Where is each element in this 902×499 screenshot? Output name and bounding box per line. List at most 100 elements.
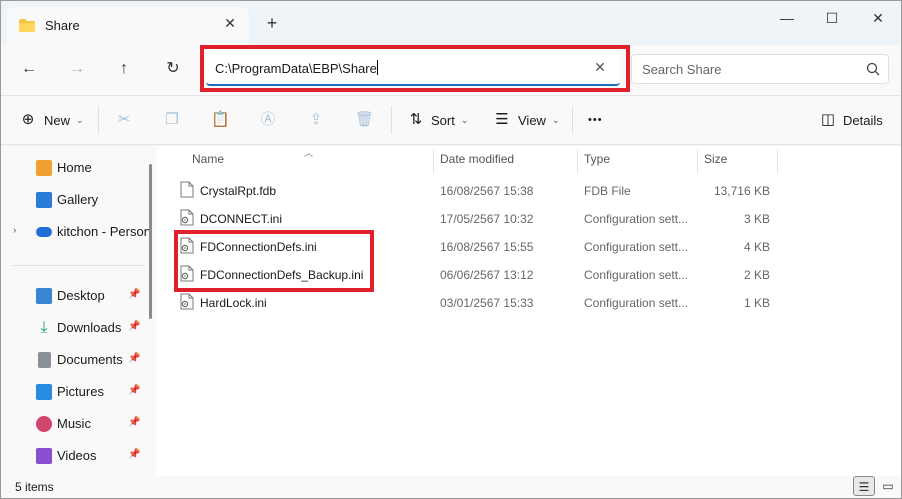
share-icon: ⇪ xyxy=(309,111,323,128)
file-type: FDB File xyxy=(584,184,631,198)
file-size: 4 KB xyxy=(743,240,770,254)
file-name: CrystalRpt.fdb xyxy=(200,184,277,198)
column-header-type[interactable]: Type xyxy=(584,152,610,166)
file-name: DCONNECT.ini xyxy=(200,212,283,226)
sidebar-item-label: Home xyxy=(57,160,92,175)
divider xyxy=(391,106,392,134)
sidebar-item-videos[interactable]: Videos 📌 xyxy=(1,442,151,470)
file-size: 1 KB xyxy=(743,296,770,310)
address-highlight-box xyxy=(200,45,630,92)
back-button[interactable]: ← xyxy=(17,57,41,81)
rename-icon: Ⓐ xyxy=(260,111,276,128)
sort-icon: ⇅ xyxy=(409,111,423,128)
file-date-modified: 17/05/2567 10:32 xyxy=(440,212,534,226)
maximize-button[interactable]: ☐ xyxy=(823,9,841,27)
pin-icon[interactable]: 📌 xyxy=(128,321,140,332)
column-divider[interactable] xyxy=(577,149,578,173)
sort-button[interactable]: ⇅ Sort ⌄ xyxy=(407,109,469,131)
delete-button[interactable]: 🗑 xyxy=(355,109,374,131)
sidebar-item-downloads[interactable]: ⤓ Downloads 📌 xyxy=(1,314,151,342)
file-explorer-window: Share ✕ + — ☐ ✕ ← → ↑ ↻ C:\ProgramData\E… xyxy=(0,0,902,499)
sidebar-item-music[interactable]: Music 📌 xyxy=(1,410,151,438)
column-header-date[interactable]: Date modified xyxy=(440,152,514,166)
pin-icon[interactable]: 📌 xyxy=(128,353,140,364)
new-tab-button[interactable]: + xyxy=(263,14,281,32)
file-date-modified: 03/01/2567 15:33 xyxy=(440,296,534,310)
column-divider[interactable] xyxy=(433,149,434,173)
divider xyxy=(572,106,573,134)
gallery-icon xyxy=(36,192,52,208)
chevron-down-icon: ⌄ xyxy=(460,114,469,125)
videos-icon xyxy=(36,448,52,464)
column-header-name[interactable]: Name xyxy=(192,152,224,166)
file-size: 2 KB xyxy=(743,268,770,282)
cut-button[interactable]: ✂ xyxy=(115,109,133,131)
pin-icon[interactable]: 📌 xyxy=(128,417,140,428)
file-name: HardLock.ini xyxy=(200,296,267,310)
details-label: Details xyxy=(843,112,883,128)
pin-icon[interactable]: 📌 xyxy=(128,449,140,460)
file-row[interactable]: HardLock.ini 03/01/2567 15:33 Configuratio… xyxy=(174,288,774,316)
file-date-modified: 16/08/2567 15:38 xyxy=(440,184,534,198)
file-list: ︿ Name Date modified Type Size CrystalRp… xyxy=(156,146,901,476)
sort-ascending-icon: ︿ xyxy=(304,148,314,158)
details-button[interactable]: ◫ Details xyxy=(819,109,883,131)
file-date-modified: 16/08/2567 15:55 xyxy=(440,240,534,254)
column-divider[interactable] xyxy=(777,149,778,173)
new-label: New xyxy=(44,112,71,128)
forward-button[interactable]: → xyxy=(65,57,89,81)
pin-icon[interactable]: 📌 xyxy=(128,385,140,396)
pin-icon[interactable]: 📌 xyxy=(128,289,140,300)
refresh-button[interactable]: ↻ xyxy=(161,57,185,81)
copy-icon: ❐ xyxy=(165,111,179,128)
tiles-view-button[interactable]: ▭ xyxy=(877,476,899,496)
search-box[interactable]: Search Share xyxy=(631,54,889,84)
file-icon xyxy=(180,181,194,198)
command-bar: ⊕ New ⌄ ✂ ❐ 📋 Ⓐ ⇪ 🗑 ⇅ Sort ⌄ ☰ View ⌄ ••… xyxy=(1,95,901,145)
sidebar-item-documents[interactable]: Documents 📌 xyxy=(1,346,151,374)
share-button[interactable]: ⇪ xyxy=(307,109,325,131)
item-count: 5 items xyxy=(15,480,54,494)
navigation-scrollbar[interactable] xyxy=(149,164,152,319)
status-bar: 5 items ☰ ▭ xyxy=(1,476,901,498)
sidebar-item-label: Videos xyxy=(57,448,97,463)
more-options-button[interactable]: ••• xyxy=(588,109,603,131)
tab-close-icon[interactable]: ✕ xyxy=(222,15,238,31)
details-view-button[interactable]: ☰ xyxy=(853,476,875,496)
chevron-down-icon: ⌄ xyxy=(76,114,84,125)
sidebar-item-label: Downloads xyxy=(57,320,122,335)
up-button[interactable]: ↑ xyxy=(112,57,136,81)
column-divider[interactable] xyxy=(697,149,698,173)
paste-button[interactable]: 📋 xyxy=(211,109,230,131)
sidebar-item-label: Music xyxy=(57,416,91,431)
music-icon xyxy=(36,416,52,432)
file-type: Configuration sett... xyxy=(584,268,689,282)
plus-circle-icon: ⊕ xyxy=(21,111,35,128)
sidebar-item-desktop[interactable]: Desktop 📌 xyxy=(1,282,151,310)
config-file-icon xyxy=(180,209,194,226)
chevron-right-icon[interactable]: › xyxy=(13,225,16,236)
home-icon xyxy=(36,160,52,176)
sidebar-item-label: Pictures xyxy=(57,384,104,399)
sidebar-item-onedrive[interactable]: › kitchon - Person xyxy=(1,218,151,246)
sidebar-item-gallery[interactable]: Gallery xyxy=(1,186,151,214)
config-file-icon xyxy=(180,293,194,310)
tab-share[interactable]: Share ✕ xyxy=(7,7,249,45)
sort-label: Sort xyxy=(431,112,455,128)
column-header-size[interactable]: Size xyxy=(704,152,727,166)
file-row[interactable]: CrystalRpt.fdb 16/08/2567 15:38 FDB File 13… xyxy=(174,176,774,204)
new-button[interactable]: ⊕ New ⌄ xyxy=(19,109,84,131)
navigation-pane: Home Gallery › kitchon - Person Desktop … xyxy=(1,146,156,476)
close-window-button[interactable]: ✕ xyxy=(869,9,887,27)
file-row[interactable]: DCONNECT.ini 17/05/2567 10:32 Configuratio… xyxy=(174,204,774,232)
paste-icon: 📋 xyxy=(211,111,230,128)
minimize-button[interactable]: — xyxy=(778,9,796,27)
pictures-icon xyxy=(36,384,52,400)
sidebar-item-pictures[interactable]: Pictures 📌 xyxy=(1,378,151,406)
navigation-bar: ← → ↑ ↻ C:\ProgramData\EBP\Share ✕ Searc… xyxy=(1,45,901,95)
rename-button[interactable]: Ⓐ xyxy=(259,109,277,131)
view-button[interactable]: ☰ View ⌄ xyxy=(493,109,559,131)
sidebar-item-home[interactable]: Home xyxy=(1,154,151,182)
search-input[interactable]: Search Share xyxy=(642,62,722,77)
copy-button[interactable]: ❐ xyxy=(163,109,181,131)
